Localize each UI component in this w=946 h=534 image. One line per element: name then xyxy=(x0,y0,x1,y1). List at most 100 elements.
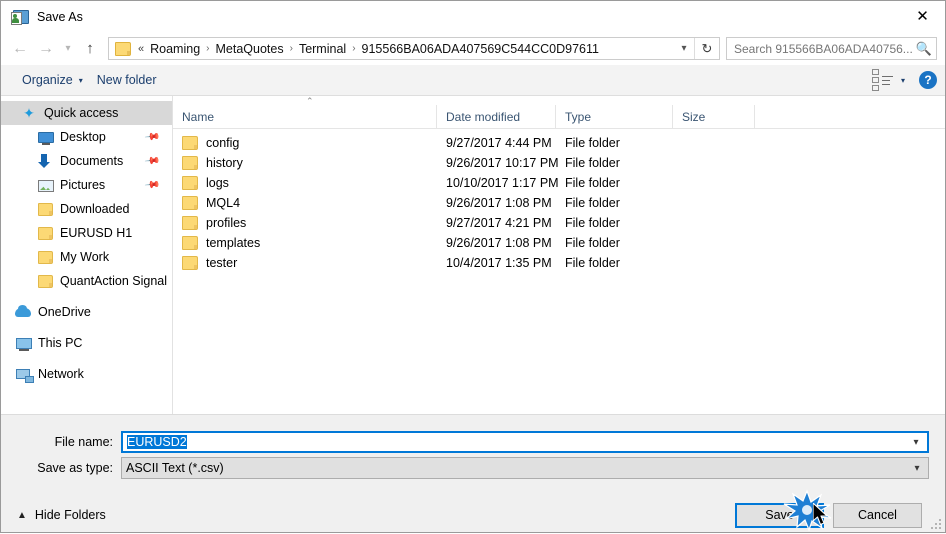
save-as-icon xyxy=(10,8,29,26)
file-list: config 9/27/2017 4:44 PM File folder his… xyxy=(173,129,945,414)
file-name-label: tester xyxy=(206,256,238,270)
table-row[interactable]: MQL4 9/26/2017 1:08 PM File folder xyxy=(173,193,945,213)
folder-icon xyxy=(182,176,198,190)
file-name-cell: MQL4 xyxy=(173,196,437,210)
table-row[interactable]: history 9/26/2017 10:17 PM File folder xyxy=(173,153,945,173)
help-icon[interactable]: ? xyxy=(919,71,937,89)
sidebar-item-quick-access[interactable]: ✦ Quick access xyxy=(1,101,172,125)
search-box[interactable]: Search 915566BA06ADA40756... 🔍 xyxy=(726,37,937,60)
picture-icon xyxy=(37,177,54,193)
forward-button[interactable]: → xyxy=(33,36,59,62)
sidebar-item-downloaded[interactable]: Downloaded xyxy=(1,197,172,221)
sidebar-item-label: Network xyxy=(38,367,84,381)
file-name-value[interactable]: EURUSD2 xyxy=(123,435,905,449)
sidebar-item-my-work[interactable]: My Work xyxy=(1,245,172,269)
folder-icon xyxy=(115,41,131,56)
organize-label: Organize xyxy=(22,73,73,87)
column-header-date-modified[interactable]: Date modified xyxy=(437,105,556,128)
hide-folders-button[interactable]: ▲ Hide Folders xyxy=(11,504,112,526)
file-name-label: File name: xyxy=(54,435,113,449)
file-type-cell: File folder xyxy=(565,176,620,190)
breadcrumb[interactable]: « Roaming › MetaQuotes › Terminal › 9155… xyxy=(108,37,720,60)
file-name-row: File name: EURUSD2 ▾ xyxy=(1,431,945,453)
hide-folders-label: Hide Folders xyxy=(34,508,106,522)
sidebar-item-quantaction-signal[interactable]: QuantAction Signal xyxy=(1,269,172,293)
file-name-cell: config xyxy=(173,136,437,150)
file-name-label: MQL4 xyxy=(206,196,241,210)
column-header-type[interactable]: Type xyxy=(556,105,673,128)
cancel-button[interactable]: Cancel xyxy=(833,502,922,528)
folder-icon xyxy=(37,201,53,217)
chevron-down-icon[interactable]: ▾ xyxy=(674,43,694,54)
sidebar-item-network[interactable]: Network xyxy=(1,362,172,386)
save-as-type-label: Save as type: xyxy=(37,461,113,475)
column-header-size[interactable]: Size xyxy=(673,105,755,128)
close-icon[interactable]: ✕ xyxy=(900,1,945,31)
sidebar-item-desktop[interactable]: Desktop 📌 xyxy=(1,125,172,149)
network-icon xyxy=(15,366,34,383)
recent-locations-button[interactable]: ▾ xyxy=(59,36,77,62)
resize-grip-icon[interactable] xyxy=(931,519,942,530)
save-as-type-value: ASCII Text (*.csv) xyxy=(126,461,224,475)
table-row[interactable]: logs 10/10/2017 1:17 PM File folder xyxy=(173,173,945,193)
sidebar-item-documents[interactable]: Documents 📌 xyxy=(1,149,172,173)
sidebar-item-this-pc[interactable]: This PC xyxy=(1,331,172,355)
file-type-cell: File folder xyxy=(565,236,620,250)
save-button[interactable]: Save xyxy=(735,502,824,528)
column-headers: Name Date modified Type Size xyxy=(173,105,945,129)
pin-icon[interactable]: 📌 xyxy=(143,177,160,193)
file-type-cell: File folder xyxy=(565,196,620,210)
save-as-type-row: Save as type: ASCII Text (*.csv) ▾ xyxy=(1,457,945,479)
file-date-cell: 10/4/2017 1:35 PM xyxy=(446,256,552,270)
sidebar-item-eurusd-h1[interactable]: EURUSD H1 xyxy=(1,221,172,245)
refresh-icon[interactable]: ↻ xyxy=(695,41,719,57)
search-input[interactable]: Search 915566BA06ADA40756... xyxy=(727,42,912,56)
breadcrumb-overflow[interactable]: « xyxy=(138,43,144,55)
file-date-cell: 9/26/2017 1:08 PM xyxy=(446,196,552,210)
sidebar-item-label: Quick access xyxy=(44,106,119,120)
view-options-chevron-down-icon[interactable]: ▾ xyxy=(901,76,905,85)
file-name-text: EURUSD2 xyxy=(127,435,187,449)
file-date-cell: 9/27/2017 4:21 PM xyxy=(446,216,552,230)
dialog-footer: File name: EURUSD2 ▾ Save as type: ASCII… xyxy=(1,414,945,532)
sidebar-item-label: This PC xyxy=(38,336,83,350)
navigation-pane: ✦ Quick access Desktop 📌 Documents 📌 Pic… xyxy=(1,96,173,414)
file-name-label: config xyxy=(206,136,240,150)
new-folder-button[interactable]: New folder xyxy=(90,70,164,90)
star-icon: ✦ xyxy=(23,105,35,121)
file-type-cell: File folder xyxy=(565,156,620,170)
table-row[interactable]: tester 10/4/2017 1:35 PM File folder xyxy=(173,253,945,273)
breadcrumb-separator[interactable]: › xyxy=(290,43,293,54)
sidebar-item-onedrive[interactable]: OneDrive xyxy=(1,300,172,324)
breadcrumb-item-instance[interactable]: 915566BA06ADA407569C544CC0D97611 xyxy=(359,40,602,58)
sidebar-item-label: Pictures xyxy=(60,178,106,192)
table-row[interactable]: profiles 9/27/2017 4:21 PM File folder xyxy=(173,213,945,233)
computer-icon xyxy=(15,335,32,351)
breadcrumb-item-metaquotes[interactable]: MetaQuotes xyxy=(213,40,287,58)
file-date-cell: 9/26/2017 10:17 PM xyxy=(446,156,559,170)
chevron-down-icon[interactable]: ▾ xyxy=(906,463,928,474)
up-button[interactable]: ↑ xyxy=(77,36,103,62)
chevron-down-icon[interactable]: ▾ xyxy=(905,437,927,448)
sidebar-item-pictures[interactable]: Pictures 📌 xyxy=(1,173,172,197)
pin-icon[interactable]: 📌 xyxy=(143,129,160,145)
breadcrumb-separator[interactable]: › xyxy=(352,43,355,54)
file-name-input[interactable]: EURUSD2 ▾ xyxy=(121,431,929,453)
view-list-icon[interactable] xyxy=(868,66,897,94)
back-button[interactable]: ← xyxy=(7,36,33,62)
file-name-cell: templates xyxy=(173,236,437,250)
pin-icon[interactable]: 📌 xyxy=(143,153,160,169)
table-row[interactable]: templates 9/26/2017 1:08 PM File folder xyxy=(173,233,945,253)
save-as-type-select[interactable]: ASCII Text (*.csv) ▾ xyxy=(121,457,929,479)
sidebar-item-label: QuantAction Signal xyxy=(60,274,168,288)
sort-ascending-icon: ⌃ xyxy=(306,96,314,106)
breadcrumb-separator[interactable]: › xyxy=(206,43,209,54)
column-header-name[interactable]: Name xyxy=(173,105,437,128)
organize-button[interactable]: Organize ▾ xyxy=(15,70,90,90)
table-row[interactable]: config 9/27/2017 4:44 PM File folder xyxy=(173,133,945,153)
folder-icon xyxy=(182,236,198,250)
breadcrumb-item-terminal[interactable]: Terminal xyxy=(296,40,349,58)
folder-icon xyxy=(182,196,198,210)
search-icon[interactable]: 🔍 xyxy=(912,41,936,57)
breadcrumb-item-roaming[interactable]: Roaming xyxy=(147,40,203,58)
